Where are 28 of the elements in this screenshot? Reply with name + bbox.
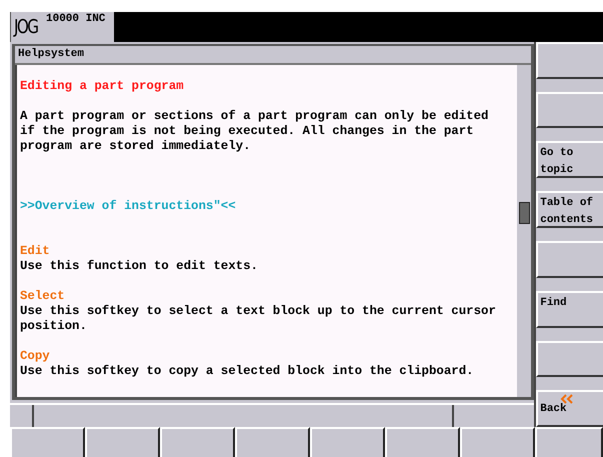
scroll-thumb[interactable] xyxy=(519,202,530,224)
softkey[interactable] xyxy=(536,42,603,79)
softkey[interactable] xyxy=(160,427,235,457)
function-heading: Edit xyxy=(20,244,51,259)
softkey[interactable]: Find xyxy=(536,291,603,328)
softkey[interactable] xyxy=(536,241,603,278)
softkey[interactable] xyxy=(310,427,385,457)
help-paragraph: Use this softkey to select a text block up to the current cursor position. xyxy=(20,304,497,334)
help-paragraph: A part program or sections of a part program can only be edited if the program is not being executed. All changes in the part program are stored immediately. xyxy=(20,109,490,154)
softkey[interactable] xyxy=(536,340,603,378)
help-paragraph: Use this softkey to copy a selected block into the clipboard. xyxy=(20,364,475,379)
back-softkey[interactable]: Back xyxy=(536,390,603,428)
function-heading: Copy xyxy=(20,349,51,364)
topic-heading: Editing a part program xyxy=(20,79,185,94)
softkey[interactable] xyxy=(10,427,85,457)
softkey[interactable] xyxy=(85,427,160,457)
help-paragraph: Use this function to edit texts. xyxy=(20,259,259,274)
softkey[interactable] xyxy=(460,427,535,457)
softkey[interactable] xyxy=(385,427,460,457)
increment-label: 10000 INC xyxy=(46,13,106,25)
softkey[interactable]: Go to topic xyxy=(536,141,603,178)
mode-label: JOG xyxy=(14,15,36,40)
softkey[interactable]: Table of contents xyxy=(536,191,603,228)
softkey[interactable] xyxy=(235,427,310,457)
function-heading: Select xyxy=(20,289,66,304)
softkey[interactable] xyxy=(535,427,603,457)
softkey[interactable] xyxy=(536,92,603,128)
double-chevron-icon xyxy=(560,394,574,404)
